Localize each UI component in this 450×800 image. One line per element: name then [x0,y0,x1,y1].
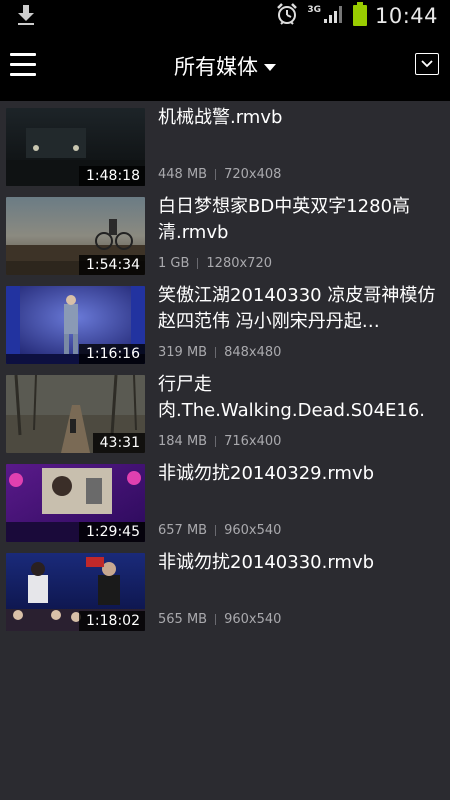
file-size: 1 GB [158,256,190,271]
duration-badge: 1:18:02 [79,611,145,631]
media-filter-dropdown[interactable]: 所有媒体 [0,31,450,101]
video-thumbnail: 1:16:16 [6,286,145,364]
alarm-icon [275,2,299,30]
status-bar: 3G 10:44 [0,0,450,31]
list-item[interactable]: 1:16:16 笑傲江湖20140330 凉皮哥神模仿赵四范伟 冯小刚宋丹丹起…… [0,279,450,368]
video-meta: 448 MB 720x408 [158,167,281,182]
video-meta: 1 GB 1280x720 [158,256,272,271]
resolution: 960x540 [224,612,282,627]
resolution: 960x540 [224,523,282,538]
divider [215,436,217,447]
list-item[interactable]: 1:54:34 白日梦想家BD中英双字1280高清.rmvb 1 GB 1280… [0,190,450,279]
video-title: 笑傲江湖20140330 凉皮哥神模仿赵四范伟 冯小刚宋丹丹起… [158,285,436,332]
video-title: 非诚勿扰20140330.rmvb [158,552,375,573]
duration-badge: 1:29:45 [79,522,145,542]
video-thumbnail: 1:48:18 [6,108,145,186]
video-thumbnail: 1:54:34 [6,197,145,275]
video-thumbnail: 1:29:45 [6,464,145,542]
battery-icon [352,1,367,30]
chevron-down-icon[interactable] [415,53,439,75]
duration-badge: 43:31 [92,433,145,453]
video-thumbnail: 1:18:02 [6,553,145,631]
video-meta: 184 MB 716x400 [158,434,281,449]
video-title: 行尸走肉.The.Walking.Dead.S04E16.中英字幕… [158,374,426,421]
app-bar: 所有媒体 [0,31,450,101]
video-meta: 565 MB 960x540 [158,612,281,627]
resolution: 716x400 [224,434,282,449]
list-item[interactable]: 1:29:45 非诚勿扰20140329.rmvb 657 MB 960x540 [0,457,450,546]
signal-icon [323,4,345,28]
video-title: 白日梦想家BD中英双字1280高清.rmvb [158,196,411,243]
download-notification-icon [16,4,36,26]
file-size: 657 MB [158,523,208,538]
video-meta: 657 MB 960x540 [158,523,281,538]
video-meta: 319 MB 848x480 [158,345,281,360]
divider [215,525,217,536]
divider [215,169,217,180]
file-size: 565 MB [158,612,208,627]
duration-badge: 1:54:34 [79,255,145,275]
resolution: 1280x720 [206,256,272,271]
file-size: 184 MB [158,434,208,449]
clock: 10:44 [374,3,438,28]
network-type-label: 3G [307,4,321,15]
file-size: 319 MB [158,345,208,360]
resolution: 720x408 [224,167,282,182]
list-item[interactable]: 1:18:02 非诚勿扰20140330.rmvb 565 MB 960x540 [0,546,450,635]
caret-down-icon [264,63,276,71]
list-item[interactable]: 1:48:18 机械战警.rmvb 448 MB 720x408 [0,101,450,190]
divider [215,614,217,625]
divider [215,347,217,358]
list-item[interactable]: 43:31 行尸走肉.The.Walking.Dead.S04E16.中英字幕…… [0,368,450,457]
file-size: 448 MB [158,167,208,182]
divider [197,258,199,269]
page-title: 所有媒体 [174,55,258,79]
video-title: 非诚勿扰20140329.rmvb [158,463,375,484]
duration-badge: 1:16:16 [79,344,145,364]
duration-badge: 1:48:18 [79,166,145,186]
video-title: 机械战警.rmvb [158,107,283,128]
video-thumbnail: 43:31 [6,375,145,453]
resolution: 848x480 [224,345,282,360]
